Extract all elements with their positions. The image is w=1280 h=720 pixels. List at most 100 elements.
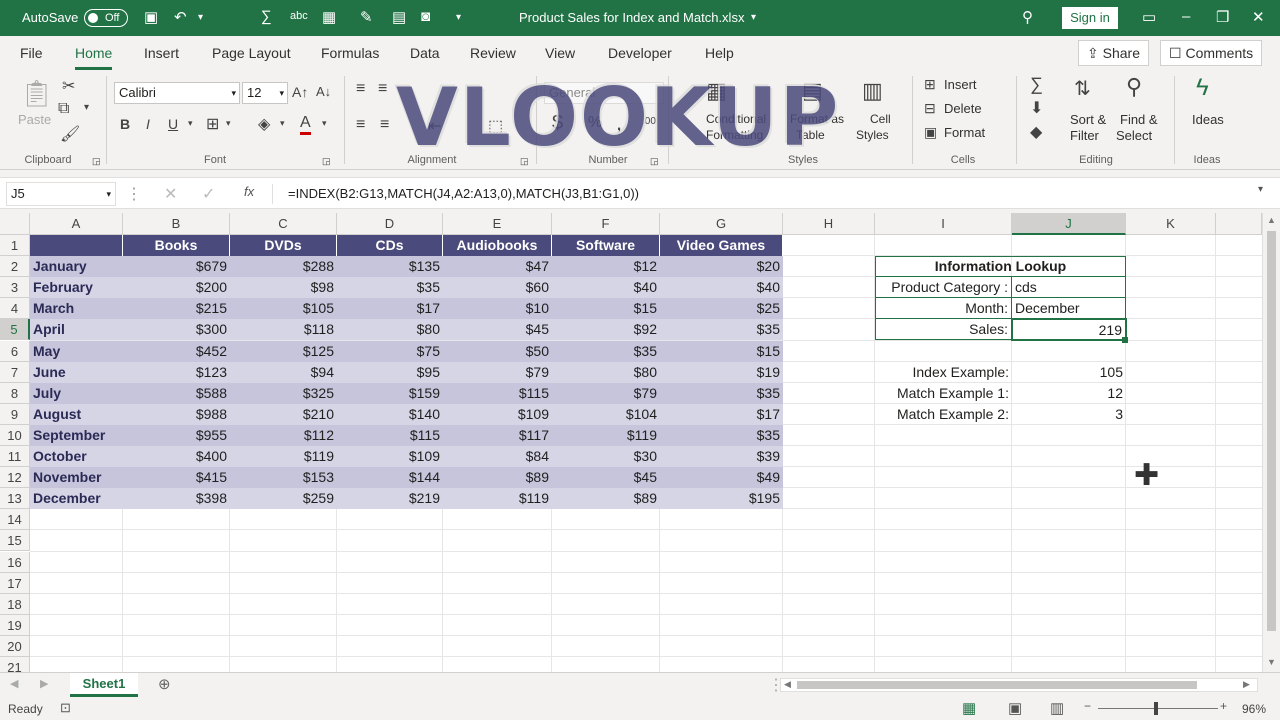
horizontal-scroll-thumb[interactable] xyxy=(797,681,1197,689)
sales-value-cell[interactable]: $118 xyxy=(230,319,337,341)
month-cell[interactable]: September xyxy=(30,424,123,446)
borders-dropdown-icon[interactable]: ▾ xyxy=(226,118,231,129)
fill-dropdown-icon[interactable]: ▾ xyxy=(280,118,285,129)
sales-value-cell[interactable]: $200 xyxy=(123,277,230,299)
add-sheet-icon[interactable]: ⊕ xyxy=(158,675,171,693)
row-header-2[interactable]: 2 xyxy=(0,256,30,278)
font-color-dropdown-icon[interactable]: ▾ xyxy=(322,118,327,129)
sales-value-cell[interactable]: $60 xyxy=(443,277,552,299)
select-label[interactable]: Select xyxy=(1116,128,1152,143)
align-center-icon[interactable]: ≡ xyxy=(380,116,389,134)
month-cell[interactable]: July xyxy=(30,382,123,404)
enter-icon[interactable]: ✓ xyxy=(202,184,215,204)
decrease-font-icon[interactable]: A↓ xyxy=(316,84,331,99)
sales-value-cell[interactable]: $105 xyxy=(230,298,337,320)
restore-icon[interactable]: ❐ xyxy=(1216,8,1229,26)
borders-icon[interactable]: ⊞ xyxy=(206,114,219,134)
index-example-value[interactable]: 105 xyxy=(1012,362,1126,383)
cell-styles-icon[interactable]: ▥ xyxy=(862,78,883,104)
bold-icon[interactable]: B xyxy=(120,116,130,132)
row-header-13[interactable]: 13 xyxy=(0,488,30,510)
sales-value-cell[interactable]: $75 xyxy=(337,340,443,362)
table-header-cell[interactable]: Audiobooks xyxy=(443,235,552,256)
sales-value-cell[interactable]: $45 xyxy=(552,467,660,489)
tab-view[interactable]: View xyxy=(545,45,575,61)
row-header-20[interactable]: 20 xyxy=(0,635,30,657)
sales-value-cell[interactable]: $80 xyxy=(552,361,660,383)
table-header-cell[interactable]: Video Games xyxy=(660,235,783,256)
tab-help[interactable]: Help xyxy=(705,45,734,61)
month-cell[interactable]: June xyxy=(30,361,123,383)
zoom-out-icon[interactable]: − xyxy=(1084,699,1091,713)
column-header-i[interactable]: I xyxy=(875,213,1012,235)
formula-input[interactable]: =INDEX(B2:G13,MATCH(J4,A2:A13,0),MATCH(J… xyxy=(288,186,639,201)
column-header-h[interactable]: H xyxy=(783,213,875,235)
sales-value-cell[interactable]: $679 xyxy=(123,256,230,278)
sales-value-cell[interactable]: $94 xyxy=(230,361,337,383)
ideas-label[interactable]: Ideas xyxy=(1192,112,1224,127)
sales-value-cell[interactable]: $47 xyxy=(443,256,552,278)
column-header-g[interactable]: G xyxy=(660,213,783,235)
worksheet-grid[interactable]: ABCDEFGHIJK 1 2 3 4 5 6 7 8 9 10 11 12 13 14 15 16 17 18 1… xyxy=(0,213,1262,679)
sales-value-cell[interactable]: $15 xyxy=(660,340,783,362)
sales-value-cell[interactable]: $104 xyxy=(552,403,660,425)
underline-icon[interactable]: U xyxy=(168,116,178,132)
zoom-level[interactable]: 96% xyxy=(1242,702,1266,716)
sheet-tab-sheet1[interactable]: Sheet1 xyxy=(70,673,138,697)
autosum-icon[interactable]: ∑ xyxy=(261,8,272,25)
row-header-18[interactable]: 18 xyxy=(0,593,30,615)
sales-value-cell[interactable]: $50 xyxy=(443,340,552,362)
sales-value-cell[interactable]: $35 xyxy=(660,424,783,446)
month-input[interactable]: December xyxy=(1012,298,1126,320)
table-header-cell[interactable] xyxy=(30,235,123,256)
month-cell[interactable]: October xyxy=(30,446,123,467)
ideas-icon[interactable]: ϟ xyxy=(1196,74,1209,102)
match-example-2-value[interactable]: 3 xyxy=(1012,404,1126,425)
row-header-12[interactable]: 12 xyxy=(0,467,30,489)
sales-value-cell[interactable]: $39 xyxy=(660,446,783,467)
sales-value-cell[interactable]: $15 xyxy=(552,298,660,320)
zoom-slider[interactable] xyxy=(1098,708,1218,709)
macro-record-icon[interactable]: ⊡ xyxy=(60,700,71,716)
select-all-corner[interactable] xyxy=(0,213,30,235)
sales-value-cell[interactable]: $79 xyxy=(552,382,660,404)
row-header-1[interactable]: 1 xyxy=(0,235,30,256)
page-break-view-icon[interactable]: ▥ xyxy=(1050,699,1064,717)
underline-dropdown-icon[interactable]: ▾ xyxy=(188,118,193,129)
column-header-e[interactable]: E xyxy=(443,213,552,235)
scroll-right-icon[interactable]: ▶ xyxy=(1243,679,1250,690)
camera-icon[interactable]: ◙ xyxy=(421,8,430,25)
sales-value-cell[interactable]: $588 xyxy=(123,382,230,404)
scroll-left-icon[interactable]: ◀ xyxy=(784,679,791,690)
tab-data[interactable]: Data xyxy=(410,45,440,61)
row-header-9[interactable]: 9 xyxy=(0,403,30,425)
row-header-19[interactable]: 19 xyxy=(0,614,30,636)
table-header-cell[interactable]: Books xyxy=(123,235,230,256)
sales-value-cell[interactable]: $19 xyxy=(660,361,783,383)
column-header-d[interactable]: D xyxy=(337,213,443,235)
column-header-c[interactable]: C xyxy=(230,213,337,235)
sales-value-cell[interactable]: $79 xyxy=(443,361,552,383)
row-header-6[interactable]: 6 xyxy=(0,340,30,362)
sales-value-cell[interactable]: $17 xyxy=(337,298,443,320)
title-dropdown-icon[interactable]: ▾ xyxy=(751,12,756,23)
sign-in-button[interactable]: Sign in xyxy=(1062,7,1118,29)
insert-cells-label[interactable]: Insert xyxy=(944,77,977,92)
sales-value-cell[interactable]: $210 xyxy=(230,403,337,425)
tab-home[interactable]: Home xyxy=(75,45,113,70)
sales-value-cell[interactable]: $452 xyxy=(123,340,230,362)
format-cells-icon[interactable]: ▣ xyxy=(924,124,937,141)
sales-value-cell[interactable]: $109 xyxy=(443,403,552,425)
minimize-icon[interactable]: – xyxy=(1182,8,1190,25)
find-select-icon[interactable]: ⚲ xyxy=(1126,74,1142,100)
row-header-14[interactable]: 14 xyxy=(0,509,30,531)
sales-value-cell[interactable]: $219 xyxy=(337,488,443,510)
sales-value-cell[interactable]: $98 xyxy=(230,277,337,299)
sales-value-cell[interactable]: $40 xyxy=(660,277,783,299)
sales-value-cell[interactable]: $25 xyxy=(660,298,783,320)
row-header-17[interactable]: 17 xyxy=(0,572,30,594)
table-header-cell[interactable]: DVDs xyxy=(230,235,337,256)
month-cell[interactable]: May xyxy=(30,340,123,362)
filter-label[interactable]: Filter xyxy=(1070,128,1099,143)
sales-value-cell[interactable]: $955 xyxy=(123,424,230,446)
